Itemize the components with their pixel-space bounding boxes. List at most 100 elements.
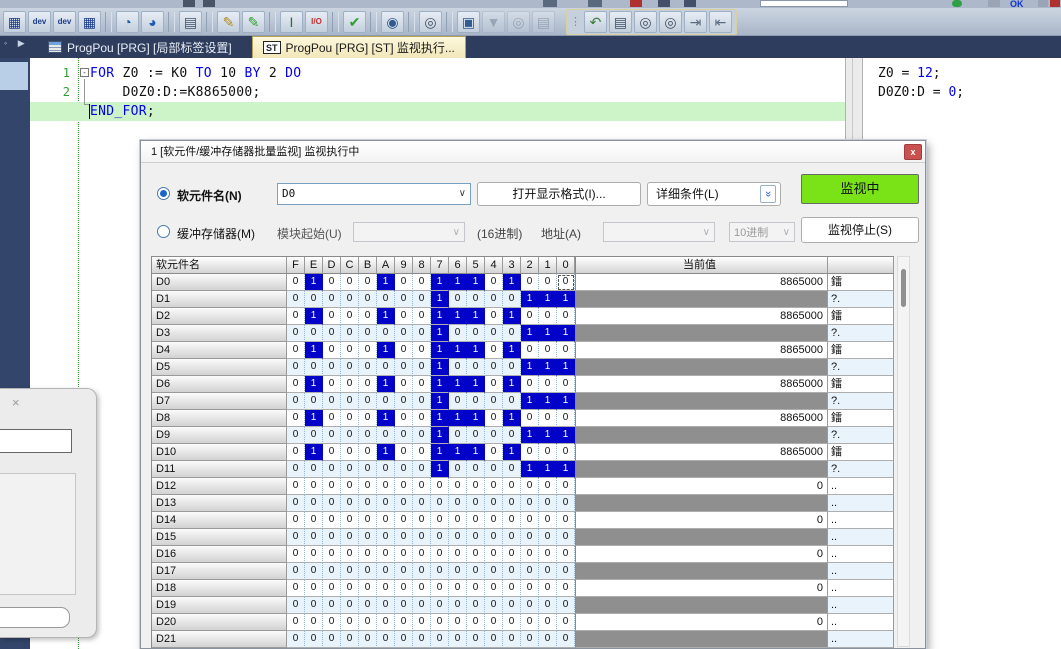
bit-cell[interactable]: 0 (503, 597, 521, 614)
bit-cell[interactable]: 0 (503, 461, 521, 478)
bit-cell[interactable]: 0 (341, 393, 359, 410)
bit-cell[interactable]: 1 (449, 342, 467, 359)
bit-cell[interactable]: 1 (521, 427, 539, 444)
clipped-toolbar-combobox[interactable] (760, 0, 848, 7)
bit-cell[interactable]: 0 (503, 563, 521, 580)
bit-cell[interactable]: 1 (557, 359, 575, 376)
bit-cell[interactable]: 1 (431, 393, 449, 410)
bit-cell[interactable]: 0 (503, 614, 521, 631)
bit-cell[interactable]: 0 (287, 631, 305, 648)
bit-cell[interactable]: 0 (503, 546, 521, 563)
current-value-cell[interactable] (575, 631, 828, 648)
bit-cell[interactable]: 1 (539, 427, 557, 444)
bit-cell[interactable]: 0 (395, 461, 413, 478)
bit-cell[interactable]: 0 (395, 410, 413, 427)
bit-cell[interactable]: 0 (431, 478, 449, 495)
bit-cell[interactable]: 0 (413, 325, 431, 342)
current-value-cell[interactable]: 8865000 (575, 376, 828, 393)
current-value-cell[interactable]: 0 (575, 512, 828, 529)
bit-cell[interactable]: 0 (557, 376, 575, 393)
bit-cell[interactable]: 0 (539, 495, 557, 512)
bit-cell[interactable]: 1 (377, 342, 395, 359)
bit-cell[interactable]: 0 (395, 563, 413, 580)
bit-cell[interactable]: 0 (323, 274, 341, 291)
bit-cell[interactable]: 0 (485, 597, 503, 614)
bit-cell[interactable]: 0 (431, 614, 449, 631)
bit-cell[interactable]: 0 (557, 274, 575, 291)
bit-cell[interactable]: 0 (395, 274, 413, 291)
device-name-cell[interactable]: D3 (152, 325, 287, 342)
bit-cell[interactable]: 1 (521, 461, 539, 478)
bit-cell[interactable]: 1 (521, 291, 539, 308)
current-value-cell[interactable] (575, 495, 828, 512)
bit-cell[interactable]: 0 (377, 359, 395, 376)
bit-cell[interactable]: 0 (305, 291, 323, 308)
current-value-cell[interactable] (575, 529, 828, 546)
bit-cell[interactable]: 0 (305, 478, 323, 495)
bit-cell[interactable]: 0 (359, 359, 377, 376)
current-value-cell[interactable] (575, 461, 828, 478)
bit-cell[interactable]: 0 (521, 342, 539, 359)
bit-cell[interactable]: 0 (287, 580, 305, 597)
bit-cell[interactable]: 0 (377, 580, 395, 597)
bit-cell[interactable]: 0 (449, 597, 467, 614)
bit-cell[interactable]: 0 (341, 308, 359, 325)
bit-cell[interactable]: 0 (287, 461, 305, 478)
bit-cell[interactable]: 0 (449, 529, 467, 546)
bit-cell[interactable]: 1 (521, 325, 539, 342)
bit-cell[interactable]: 0 (341, 597, 359, 614)
bit-cell[interactable]: 0 (341, 410, 359, 427)
bit-cell[interactable]: 1 (305, 444, 323, 461)
bit-cell[interactable]: 1 (467, 274, 485, 291)
cross-reference-icon[interactable]: ◎ (507, 11, 530, 33)
paste-icon[interactable]: ▤ (532, 11, 555, 33)
bit-cell[interactable]: 0 (449, 563, 467, 580)
bit-cell[interactable]: 0 (305, 512, 323, 529)
bit-cell[interactable]: 0 (485, 427, 503, 444)
bit-cell[interactable]: 0 (557, 631, 575, 648)
clipped-edge-icon[interactable]: ▦ (3, 11, 26, 33)
bit-cell[interactable]: 1 (449, 274, 467, 291)
bit-cell[interactable]: 0 (341, 325, 359, 342)
bit-cell[interactable]: 1 (557, 291, 575, 308)
bit-cell[interactable]: 0 (377, 563, 395, 580)
device-name-cell[interactable]: D1 (152, 291, 287, 308)
bit-cell[interactable]: 0 (287, 597, 305, 614)
bit-cell[interactable]: 0 (359, 529, 377, 546)
bit-cell[interactable]: 0 (287, 325, 305, 342)
bit-cell[interactable]: 0 (413, 291, 431, 308)
bit-cell[interactable]: 0 (323, 546, 341, 563)
bit-cell[interactable]: 0 (305, 461, 323, 478)
bit-cell[interactable]: 0 (521, 376, 539, 393)
bit-cell[interactable]: 1 (377, 308, 395, 325)
bit-cell[interactable]: 0 (323, 614, 341, 631)
find-previous-icon[interactable]: ◎ (634, 11, 657, 33)
bit-cell[interactable]: 0 (413, 308, 431, 325)
bit-cell[interactable]: 1 (557, 427, 575, 444)
bit-cell[interactable]: 0 (395, 614, 413, 631)
bit-cell[interactable]: 1 (467, 308, 485, 325)
bit-cell[interactable]: 0 (467, 461, 485, 478)
bit-cell[interactable]: 1 (431, 444, 449, 461)
bit-cell[interactable]: 0 (503, 495, 521, 512)
bit-cell[interactable]: 0 (341, 376, 359, 393)
bit-cell[interactable]: 0 (341, 342, 359, 359)
device-name-cell[interactable]: D10 (152, 444, 287, 461)
bit-cell[interactable]: 0 (323, 478, 341, 495)
find-input[interactable] (0, 429, 72, 453)
bit-cell[interactable]: 0 (359, 631, 377, 648)
bit-cell[interactable]: 0 (341, 580, 359, 597)
device-name-cell[interactable]: D2 (152, 308, 287, 325)
bit-cell[interactable]: 0 (305, 614, 323, 631)
bit-cell[interactable]: 0 (485, 614, 503, 631)
bit-cell[interactable]: 0 (323, 393, 341, 410)
bit-cell[interactable]: 0 (539, 274, 557, 291)
device-name-cell[interactable]: D7 (152, 393, 287, 410)
bit-cell[interactable]: 0 (323, 563, 341, 580)
bit-cell[interactable]: 0 (413, 597, 431, 614)
device-search-icon[interactable]: ◎ (419, 11, 442, 33)
current-value-cell[interactable]: 8865000 (575, 308, 828, 325)
bit-cell[interactable]: 0 (287, 393, 305, 410)
bit-cell[interactable]: 0 (485, 461, 503, 478)
bit-cell[interactable]: 1 (503, 376, 521, 393)
